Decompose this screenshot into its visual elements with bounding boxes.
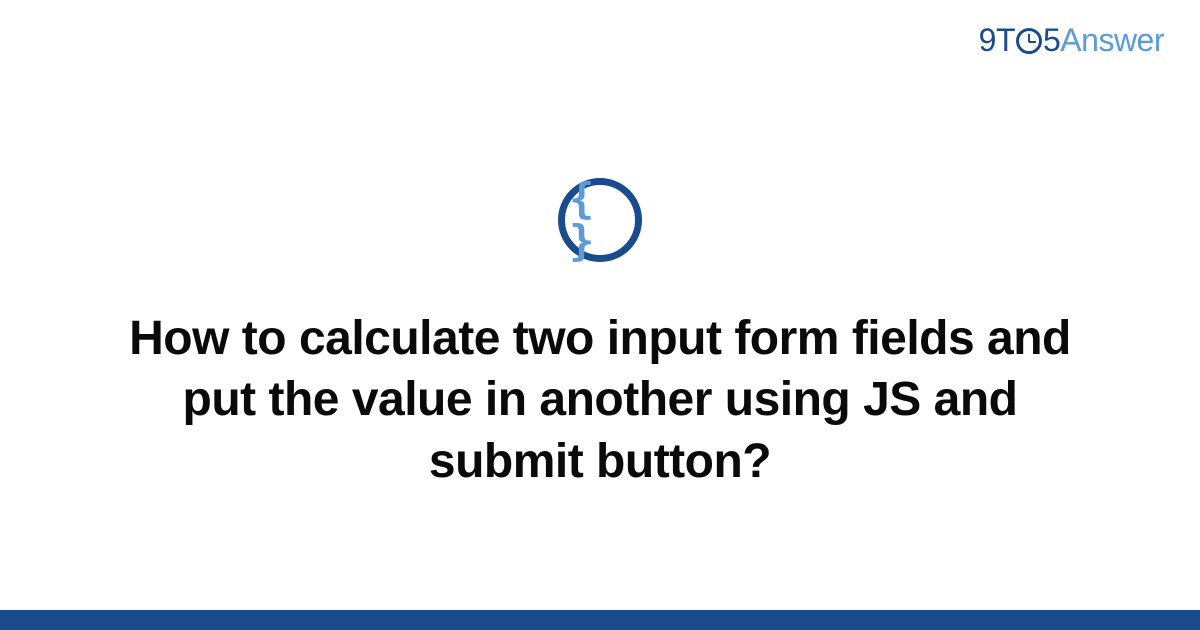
code-braces-icon: { } [569,178,635,262]
main-content: { } How to calculate two input form fiel… [0,0,1200,630]
question-title: How to calculate two input form fields a… [120,308,1080,492]
footer-accent-bar [0,610,1200,630]
category-badge: { } [558,178,642,262]
